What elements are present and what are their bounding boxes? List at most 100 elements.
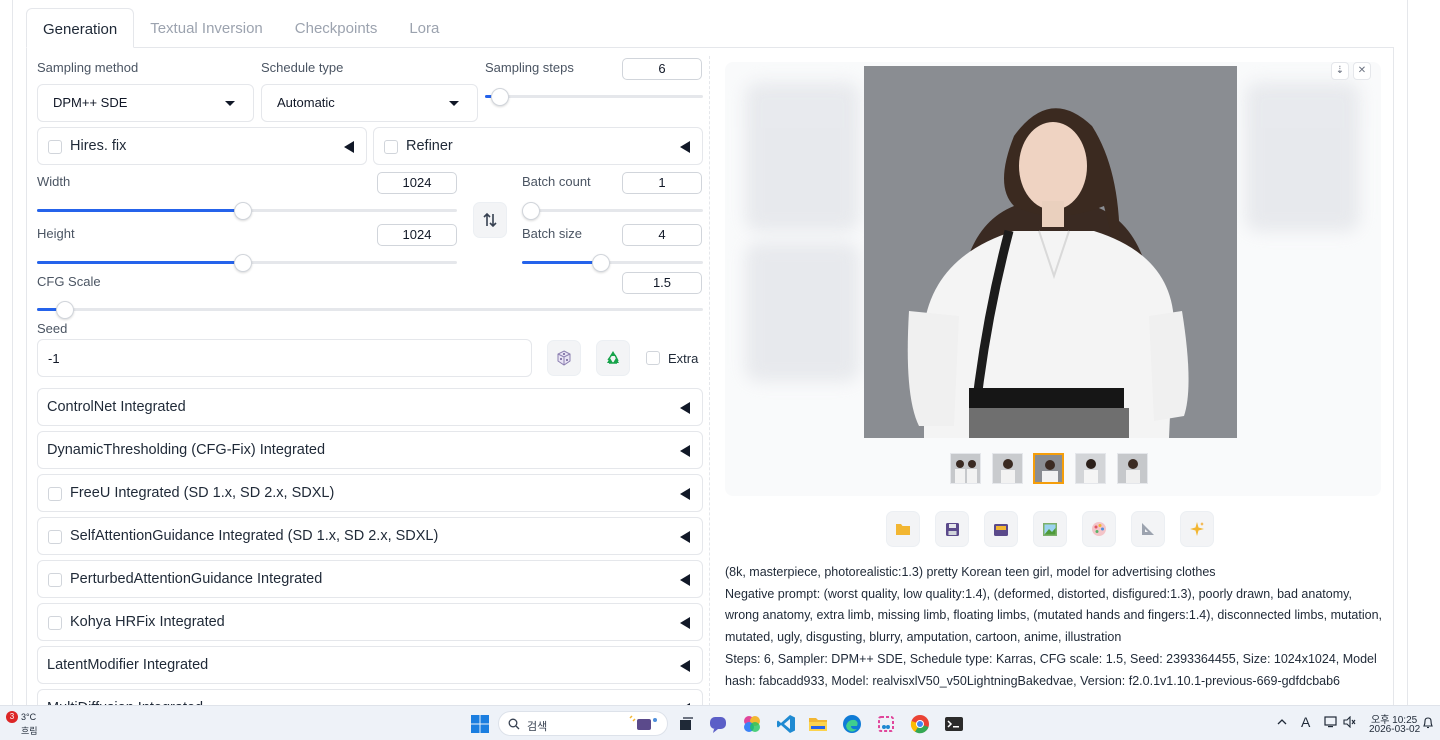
- accordion-kohya-hrfix[interactable]: Kohya HRFix Integrated: [37, 603, 703, 641]
- batch-size-slider[interactable]: [522, 254, 703, 272]
- cfg-scale-input[interactable]: 1.5: [622, 272, 702, 294]
- slider-handle[interactable]: [592, 254, 611, 272]
- file-explorer-icon: [809, 718, 827, 731]
- taskbar-app[interactable]: [776, 714, 796, 734]
- batch-count-input[interactable]: 1: [622, 172, 702, 194]
- expand-arrow-icon[interactable]: [680, 141, 690, 153]
- accordion-freeu[interactable]: FreeU Integrated (SD 1.x, SD 2.x, SDXL): [37, 474, 703, 512]
- accordion-dynamic-thresholding[interactable]: DynamicThresholding (CFG-Fix) Integrated: [37, 431, 703, 469]
- tab-divider: [26, 47, 1394, 48]
- weather-desc[interactable]: 흐림: [21, 724, 38, 737]
- swap-dimensions-button[interactable]: [473, 202, 507, 238]
- notification-center-button[interactable]: [1422, 716, 1434, 732]
- accordion-latent-modifier[interactable]: LatentModifier Integrated: [37, 646, 703, 684]
- taskbar-app[interactable]: [842, 714, 862, 734]
- taskbar-app[interactable]: [808, 714, 828, 734]
- volume-icon[interactable]: [1343, 715, 1357, 731]
- slider-handle[interactable]: [491, 88, 509, 106]
- thumbnail-image: [951, 454, 980, 483]
- slider-handle[interactable]: [233, 202, 252, 220]
- reuse-seed-button[interactable]: [596, 340, 630, 376]
- save-button[interactable]: [935, 511, 969, 547]
- windows-start-button[interactable]: [470, 714, 490, 734]
- kohya-hrfix-checkbox[interactable]: [48, 616, 62, 630]
- refiner-accordion[interactable]: Refiner: [373, 127, 703, 165]
- expand-arrow-icon[interactable]: [680, 574, 690, 586]
- download-button[interactable]: ⇣: [1331, 62, 1349, 80]
- accordion-perturbed-attention[interactable]: PerturbedAttentionGuidance Integrated: [37, 560, 703, 598]
- hires-fix-accordion[interactable]: Hires. fix: [37, 127, 367, 165]
- sampling-steps-slider[interactable]: [485, 88, 703, 106]
- random-seed-button[interactable]: [547, 340, 581, 376]
- send-to-img2img-button[interactable]: [1033, 511, 1067, 547]
- taskbar-app[interactable]: [944, 714, 964, 734]
- generated-image-preview[interactable]: [864, 66, 1237, 438]
- height-slider[interactable]: [37, 254, 457, 272]
- gallery-thumbnail-selected[interactable]: [1033, 453, 1064, 484]
- expand-arrow-icon[interactable]: [680, 617, 690, 629]
- height-input[interactable]: 1024: [377, 224, 457, 246]
- slider-handle[interactable]: [522, 202, 540, 220]
- expand-arrow-icon[interactable]: [680, 402, 690, 414]
- close-preview-button[interactable]: ✕: [1353, 62, 1371, 80]
- weather-temp[interactable]: 3°C: [21, 712, 36, 722]
- expand-arrow-icon[interactable]: [680, 488, 690, 500]
- gallery-thumbnail[interactable]: [1075, 453, 1106, 484]
- expand-arrow-icon[interactable]: [680, 660, 690, 672]
- expand-arrow-icon[interactable]: [680, 531, 690, 543]
- expand-arrow-icon[interactable]: [680, 445, 690, 457]
- extra-seed-checkbox[interactable]: [646, 351, 660, 365]
- chevron-up-icon: [1277, 719, 1287, 725]
- slider-handle[interactable]: [233, 254, 252, 272]
- save-icon: [945, 522, 959, 536]
- refiner-checkbox[interactable]: [384, 140, 398, 154]
- ime-indicator[interactable]: A: [1301, 714, 1310, 730]
- sampling-method-dropdown[interactable]: DPM++ SDE: [37, 84, 254, 122]
- tab-checkpoints[interactable]: Checkpoints: [279, 8, 394, 48]
- send-to-upscale-button[interactable]: [1180, 511, 1214, 547]
- taskbar-app[interactable]: [742, 714, 762, 734]
- image-icon: [1043, 522, 1057, 536]
- search-icon: [508, 718, 520, 730]
- width-slider[interactable]: [37, 202, 457, 220]
- taskbar-search[interactable]: 검색: [498, 711, 668, 736]
- accordion-self-attention-guidance[interactable]: SelfAttentionGuidance Integrated (SD 1.x…: [37, 517, 703, 555]
- schedule-type-dropdown[interactable]: Automatic: [261, 84, 478, 122]
- task-view-button[interactable]: [676, 714, 696, 734]
- width-input[interactable]: 1024: [377, 172, 457, 194]
- cfg-scale-slider[interactable]: [37, 301, 703, 319]
- tab-textual-inversion[interactable]: Textual Inversion: [134, 8, 279, 48]
- send-to-inpaint-button[interactable]: [1082, 511, 1116, 547]
- open-folder-button[interactable]: [886, 511, 920, 547]
- gallery-thumbnail[interactable]: [1117, 453, 1148, 484]
- network-icon[interactable]: [1324, 716, 1338, 731]
- tab-lora[interactable]: Lora: [393, 8, 455, 48]
- expand-arrow-icon[interactable]: [344, 141, 354, 153]
- taskbar-app[interactable]: [910, 714, 930, 734]
- taskbar-app[interactable]: [708, 714, 728, 734]
- sampling-steps-label: Sampling steps: [485, 60, 574, 75]
- accordion-label: DynamicThresholding (CFG-Fix) Integrated: [47, 442, 326, 458]
- tab-generation[interactable]: Generation: [26, 8, 135, 48]
- zip-button[interactable]: [984, 511, 1018, 547]
- show-hidden-icons-button[interactable]: [1276, 716, 1288, 730]
- accordion-controlnet[interactable]: ControlNet Integrated: [37, 388, 703, 426]
- batch-count-slider[interactable]: [522, 202, 703, 220]
- chat-icon: [710, 717, 726, 733]
- send-to-extras-button[interactable]: [1131, 511, 1165, 547]
- taskbar-app[interactable]: [876, 714, 896, 734]
- self-attention-checkbox[interactable]: [48, 530, 62, 544]
- prompt-text: (8k, masterpiece, photorealistic:1.3) pr…: [725, 565, 1216, 579]
- gallery-thumbnail[interactable]: [992, 453, 1023, 484]
- freeu-checkbox[interactable]: [48, 487, 62, 501]
- slider-handle[interactable]: [56, 301, 75, 319]
- clock-date[interactable]: 2026-03-02: [1369, 724, 1420, 735]
- seed-input[interactable]: -1: [37, 339, 532, 377]
- dice-icon: [557, 350, 571, 366]
- windows-taskbar: 3 3°C 흐림 검색 A 오후 10:25 2026-03-02: [0, 705, 1440, 740]
- gallery-thumbnail[interactable]: [950, 453, 981, 484]
- batch-size-input[interactable]: 4: [622, 224, 702, 246]
- perturbed-attention-checkbox[interactable]: [48, 573, 62, 587]
- sampling-steps-input[interactable]: 6: [622, 58, 702, 80]
- hires-fix-checkbox[interactable]: [48, 140, 62, 154]
